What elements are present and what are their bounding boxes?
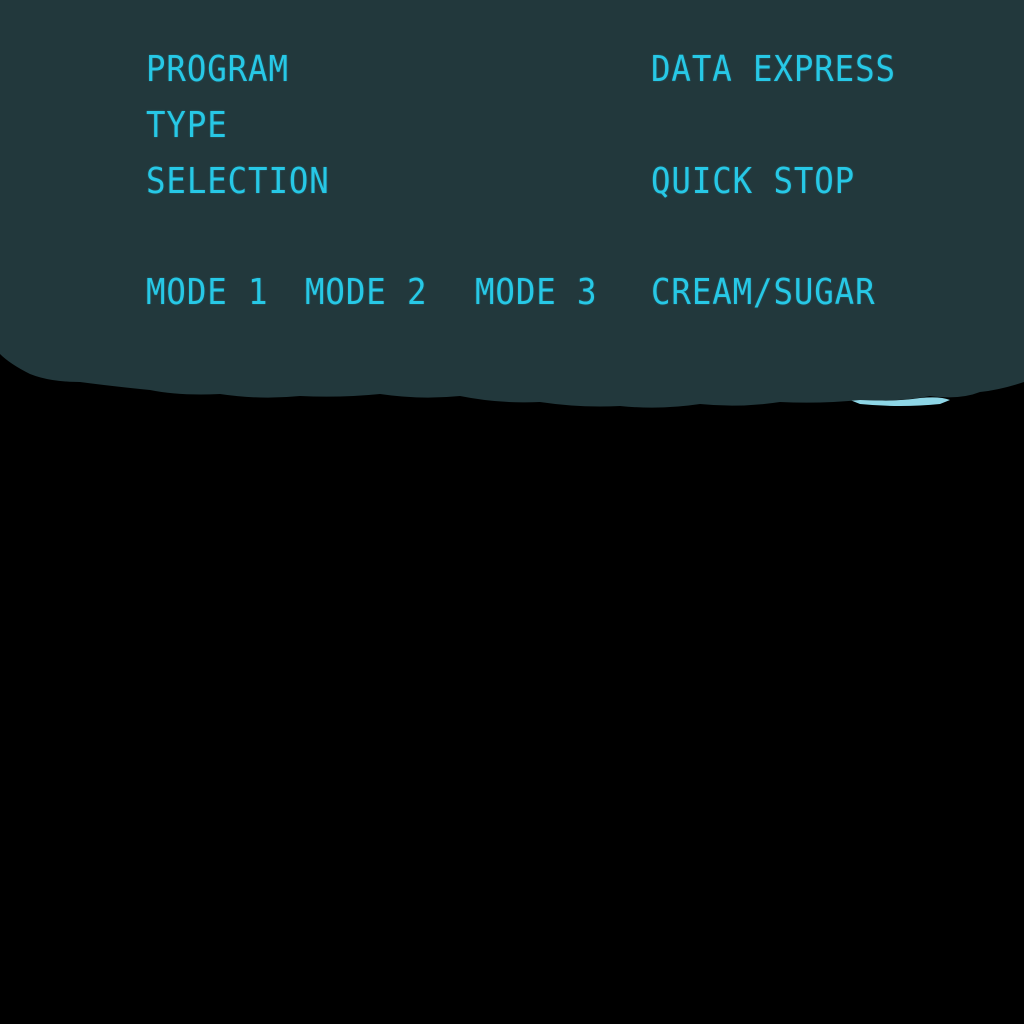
mode-3-button[interactable]: MODE 3 (475, 275, 597, 311)
program-type-label: PROGRAM (146, 49, 289, 90)
machine-screen: PROGRAM TYPE SELECTION DATA EXPRESS QUIC… (0, 0, 1024, 1024)
selection-label: SELECTION (146, 161, 330, 202)
mode-1-button[interactable]: MODE 1 (146, 275, 268, 311)
cream-sugar-button[interactable]: CREAM/SUGAR (651, 275, 875, 311)
type-label: TYPE (146, 105, 228, 146)
data-express-button[interactable]: DATA EXPRESS (651, 52, 896, 88)
mode-2-button[interactable]: MODE 2 (305, 275, 427, 311)
quick-stop-button[interactable]: QUICK STOP (651, 164, 855, 200)
